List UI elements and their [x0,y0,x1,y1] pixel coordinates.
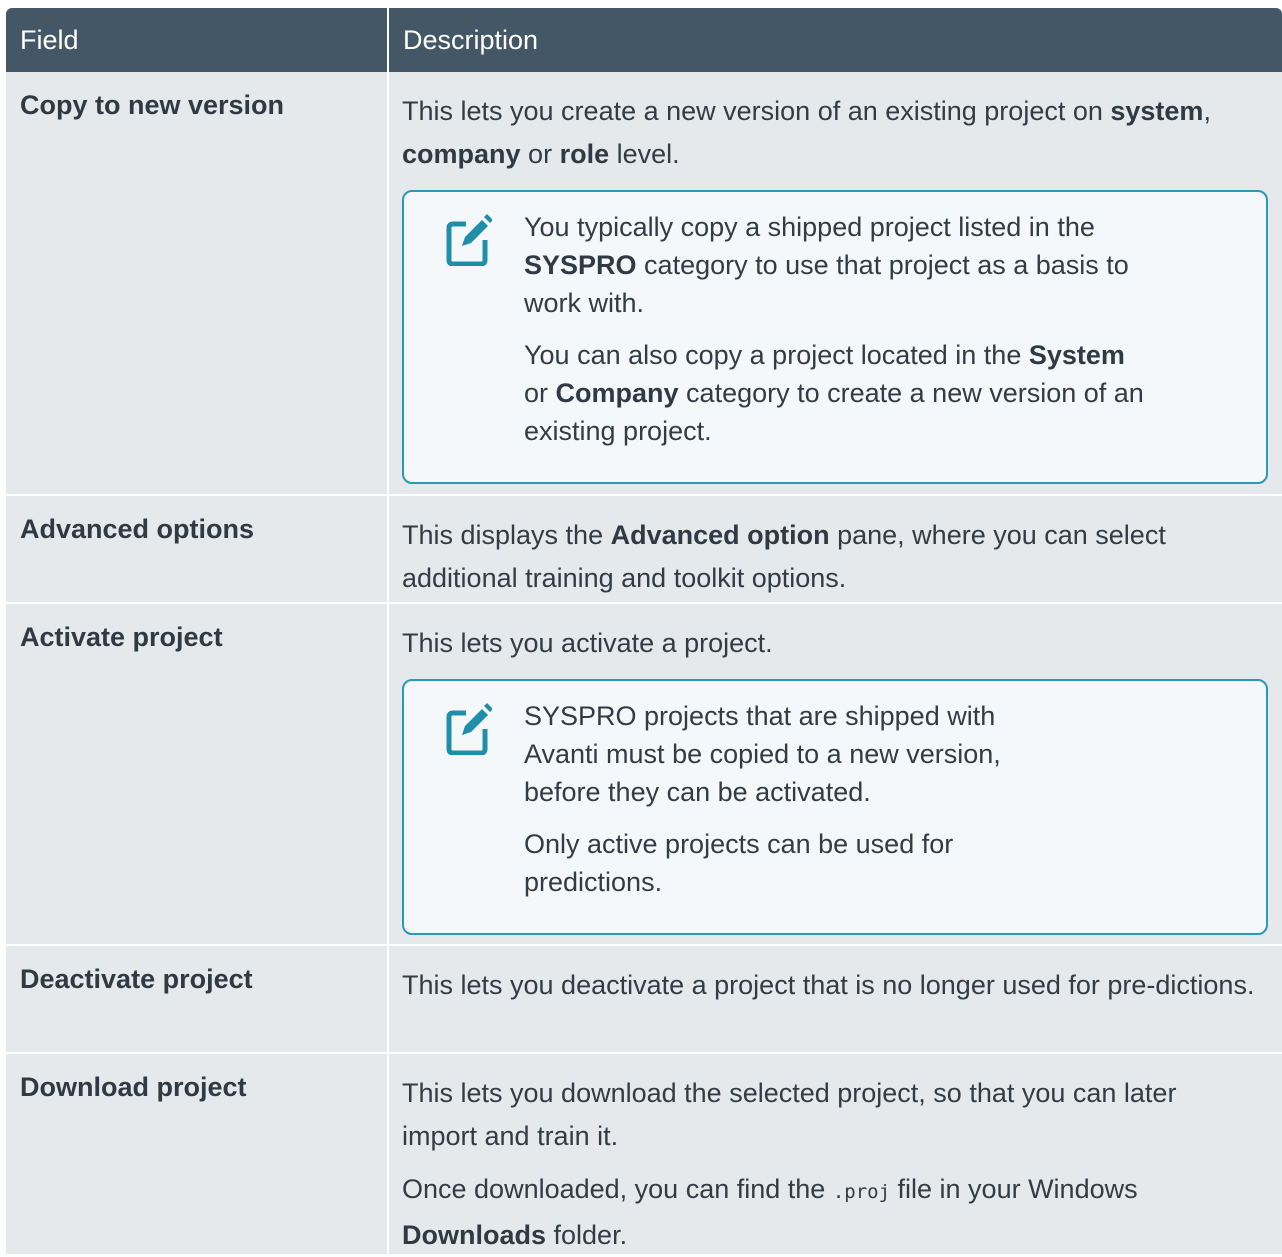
note-box: SYSPRO projects that are shipped with Av… [402,679,1268,935]
table-header: Field Description [6,8,1282,72]
table-row: Activate project This lets you activate … [6,604,1282,946]
note-pencil-icon [446,214,492,266]
note-text: SYSPRO projects that are shipped with Av… [524,701,1001,897]
fields-table: Field Description Copy to new version Th… [6,8,1282,1254]
field-description: This lets you activate a project. SYSPRO… [389,604,1282,944]
field-description: This lets you download the selected proj… [389,1054,1282,1254]
field-description: This displays the Advanced option pane, … [389,496,1282,602]
table-row: Download project This lets you download … [6,1054,1282,1254]
field-name: Advanced options [6,496,389,602]
header-description: Description [403,25,539,55]
field-description: This lets you deactivate a project that … [389,946,1282,1052]
description-text: This lets you create a new version of an… [402,96,1211,169]
description-text: This lets you download the selected proj… [402,1078,1177,1151]
note-box: You typically copy a shipped project lis… [402,190,1268,484]
description-text: This lets you deactivate a project that … [402,970,1255,1000]
field-name: Activate project [6,604,389,944]
field-name: Copy to new version [6,72,389,494]
field-description: This lets you create a new version of an… [389,72,1282,494]
description-text: This lets you activate a project. [402,628,773,658]
field-name: Deactivate project [6,946,389,1052]
table-row: Copy to new version This lets you create… [6,72,1282,496]
description-text-2: Once downloaded, you can find the .proj … [402,1174,1138,1250]
field-name: Download project [6,1054,389,1254]
header-field: Field [6,8,389,72]
description-text: This displays the Advanced option pane, … [402,520,1166,593]
note-text: You typically copy a shipped project lis… [524,212,1144,446]
table-row: Advanced options This displays the Advan… [6,496,1282,604]
table-row: Deactivate project This lets you deactiv… [6,946,1282,1054]
note-pencil-icon [446,703,492,755]
